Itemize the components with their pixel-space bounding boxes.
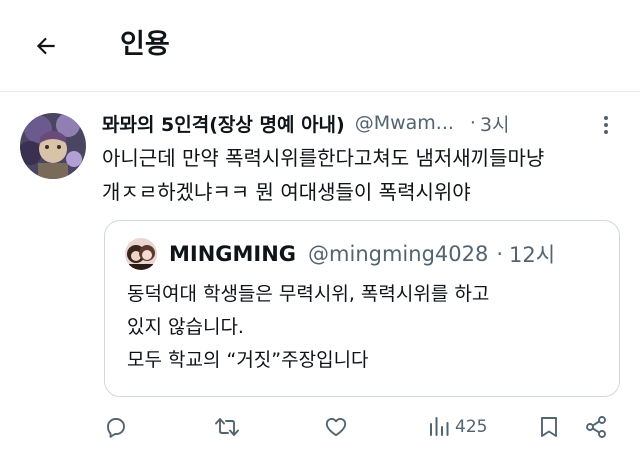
tweet-text-line: 개ㅈㄹ하겠냐ㅋㅋ 뭔 여대생들이 폭력시위야 [102,180,471,204]
more-vertical-icon [604,116,608,134]
bookmark-icon [541,417,557,437]
retweet-button[interactable] [214,409,240,445]
retweet-icon [215,418,239,436]
tweet-time[interactable]: 3시 [480,110,510,137]
reply-icon [107,418,125,438]
avatar[interactable] [20,113,86,179]
quoted-tweet[interactable]: MINGMING @mingming4028 · 12시 동덕여대 학생들은 무… [104,220,620,397]
display-name[interactable]: 뫄뫄의 5인격(장상 명예 아내) [102,110,345,137]
quoted-text-line: 모두 학교의 “거짓”주장입니다 [127,349,369,371]
quoted-tweet-text: 동덕여대 학생들은 무력시위, 폭력시위를 하고 있지 않습니다. 모두 학교의… [127,278,607,377]
tweet-text-line: 아니근데 만약 폭력시위를한다고쳐도 냄저새끼들마냥 [102,146,545,170]
arrow-left-icon [36,37,55,55]
tweet-header: 뫄뫄의 5인격(장상 명예 아내) @Mwam... · 3시 [102,108,622,138]
top-bar: 인용 [0,0,640,92]
quoted-time: 12시 [509,243,556,267]
more-options-button[interactable] [596,113,616,137]
heart-icon [325,417,347,437]
quoted-text-line: 있지 않습니다. [127,316,244,338]
quoted-separator-dot: · [496,242,504,266]
bookmark-button[interactable] [538,409,560,445]
share-button[interactable] [584,409,608,445]
tweet: 뫄뫄의 5인격(장상 명예 아내) @Mwam... · 3시 아니근데 만약 … [0,93,640,461]
quoted-user-handle: @mingming4028 [308,242,489,266]
separator-dot: · [469,112,476,134]
quoted-avatar [125,238,157,270]
tweet-text: 아니근데 만약 폭력시위를한다고쳐도 냄저새끼들마냥 개ㅈㄹ하겠냐ㅋㅋ 뭔 여대… [102,141,622,209]
like-button[interactable] [324,409,348,445]
action-bar: 425 [102,409,622,445]
quoted-text-line: 동덕여대 학생들은 무력시위, 폭력시위를 하고 [127,283,490,305]
views-count: 425 [455,417,488,437]
reply-button[interactable] [104,409,128,445]
user-handle[interactable]: @Mwam... [355,112,454,134]
quoted-tweet-header: MINGMING @mingming4028 · 12시 [125,237,555,271]
views-button[interactable]: 425 [428,409,487,445]
quoted-display-name: MINGMING [169,242,297,266]
share-icon [586,416,606,438]
views-chart-icon [430,417,449,436]
back-button[interactable] [26,26,66,66]
page-title: 인용 [120,29,170,60]
